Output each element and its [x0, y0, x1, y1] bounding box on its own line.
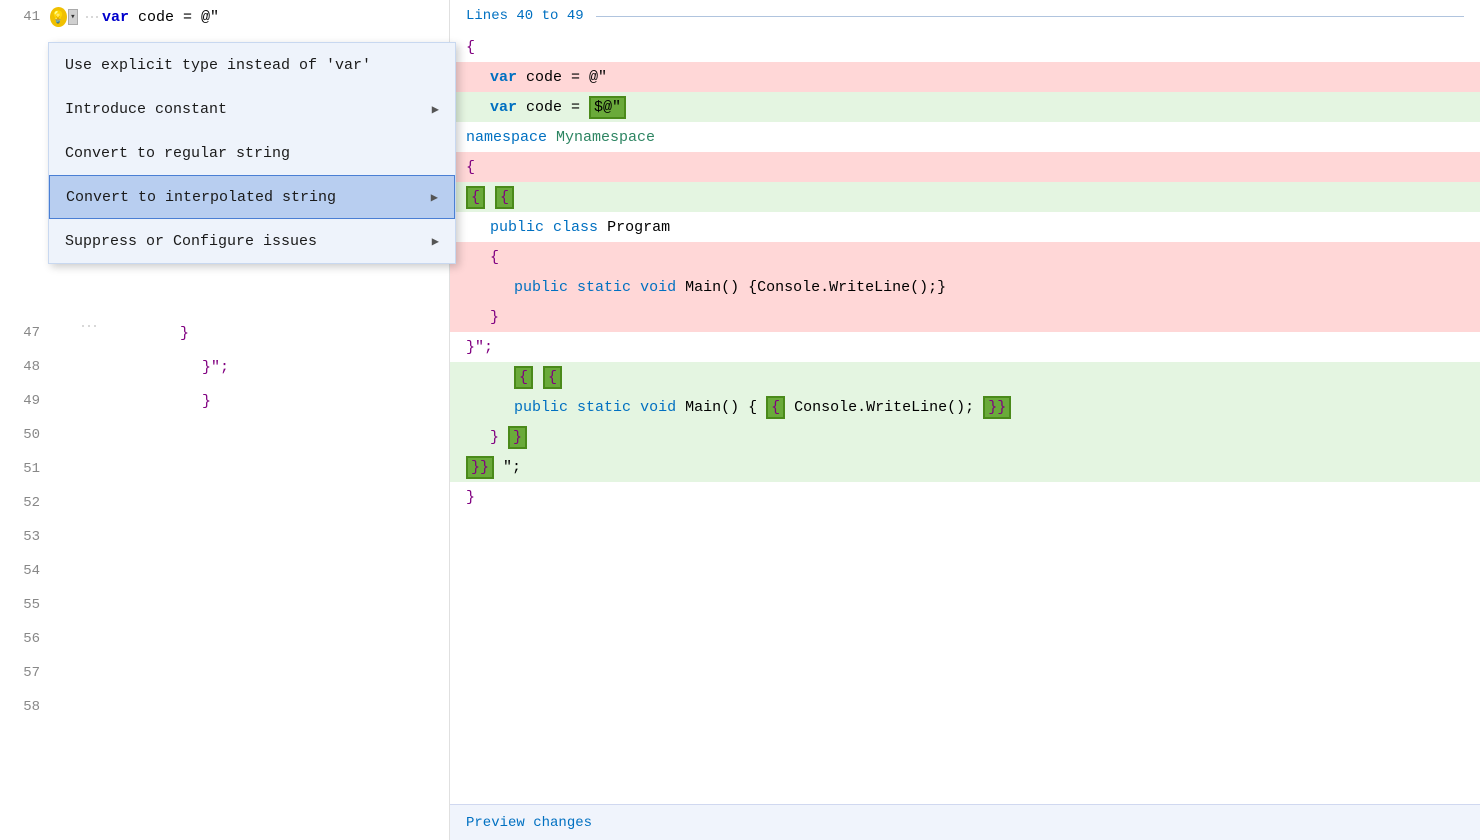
diff-line-namespace: namespace Mynamespace [450, 122, 1480, 152]
diff-content: var code = @" [450, 69, 607, 86]
line-number-48: 48 [0, 359, 50, 375]
diff-line-close-str: }"; [450, 332, 1480, 362]
context-menu: Use explicit type instead of 'var' Intro… [48, 42, 456, 264]
diff-line-red-4: public static void Main() {Console.Write… [450, 272, 1480, 302]
line-code-48: }"; [78, 359, 229, 376]
menu-item-convert-regular-string[interactable]: Convert to regular string [49, 131, 455, 175]
arrow-icon: ▶ [431, 190, 438, 205]
line-row-48: 48 }"; [0, 350, 449, 384]
line-row-56: 56 [0, 622, 449, 656]
line-row-55: 55 [0, 588, 449, 622]
line-number-50: 50 [0, 427, 50, 443]
left-panel: 41 💡 ▾ var code = @" Use explicit type i… [0, 0, 450, 840]
bulb-area[interactable]: 💡 ▾ [50, 7, 78, 27]
line-number-57: 57 [0, 665, 50, 681]
arrow-icon: ▶ [432, 234, 439, 249]
line-code-41: var code = @" [98, 9, 219, 26]
diff-line-class: public class Program [450, 212, 1480, 242]
diff-content: }} "; [450, 459, 521, 476]
diff-line-green-5: } } [450, 422, 1480, 452]
line-number-54: 54 [0, 563, 50, 579]
diff-area: { var code = @" var code = $@" [450, 32, 1480, 804]
diff-line-green-2: { { [450, 182, 1480, 212]
line-number-55: 55 [0, 597, 50, 613]
diff-line-green-6: }} "; [450, 452, 1480, 482]
diff-content: { { [450, 369, 562, 386]
line-code-49: } [78, 393, 211, 410]
diff-content: public static void Main() {Console.Write… [450, 279, 946, 296]
arrow-icon: ▶ [432, 102, 439, 117]
diff-line-red-2: { [450, 152, 1480, 182]
right-panel: Lines 40 to 49 { var code = @" [450, 0, 1480, 840]
diff-content: }"; [450, 339, 493, 356]
diff-content: public static void Main() { { Console.Wr… [450, 399, 1011, 416]
line-number-52: 52 [0, 495, 50, 511]
diff-content: } } [450, 429, 527, 446]
lightbulb-icon[interactable]: 💡 [50, 7, 67, 27]
line-number-49: 49 [0, 393, 50, 409]
line-row-49: 49 } [0, 384, 449, 418]
diff-line-final-brace: } [450, 482, 1480, 512]
line-number-58: 58 [0, 699, 50, 715]
diff-content: public class Program [450, 219, 670, 236]
line-row-51: 51 [0, 452, 449, 486]
line-row-57: 57 [0, 656, 449, 690]
diff-content: } [450, 309, 499, 326]
line-row-41: 41 💡 ▾ var code = @" [0, 0, 449, 34]
line-number-53: 53 [0, 529, 50, 545]
menu-item-convert-interpolated-string[interactable]: Convert to interpolated string ▶ [49, 175, 455, 219]
line-row-50: 50 [0, 418, 449, 452]
diff-content: { [450, 249, 499, 266]
menu-item-use-explicit-type[interactable]: Use explicit type instead of 'var' [49, 43, 455, 87]
diff-line-red-5: } [450, 302, 1480, 332]
diff-line-green-3: { { [450, 362, 1480, 392]
line-row-52: 52 [0, 486, 449, 520]
lines-below-menu: 47 } 48 }"; 49 } [0, 316, 449, 724]
diff-content: { { [450, 189, 514, 206]
diff-line-open-brace: { [450, 32, 1480, 62]
bulb-dropdown-arrow[interactable]: ▾ [68, 9, 78, 25]
line-row-54: 54 [0, 554, 449, 588]
diff-content: namespace Mynamespace [450, 129, 655, 146]
menu-item-introduce-constant[interactable]: Introduce constant ▶ [49, 87, 455, 131]
line-number-51: 51 [0, 461, 50, 477]
diff-line-green-1: var code = $@" [450, 92, 1480, 122]
line-number-47: 47 [0, 325, 50, 341]
line-row-53: 53 [0, 520, 449, 554]
diff-line-green-4: public static void Main() { { Console.Wr… [450, 392, 1480, 422]
line-row-58: 58 [0, 690, 449, 724]
diff-content: } [450, 489, 475, 506]
line-code-47: } [78, 325, 189, 342]
preview-changes-link[interactable]: Preview changes [466, 815, 592, 831]
diff-line-red-1: var code = @" [450, 62, 1480, 92]
line-number-56: 56 [0, 631, 50, 647]
preview-footer: Preview changes [450, 804, 1480, 840]
line-number-41: 41 [0, 9, 50, 25]
editor-container: 41 💡 ▾ var code = @" Use explicit type i… [0, 0, 1480, 840]
menu-item-suppress-configure[interactable]: Suppress or Configure issues ▶ [49, 219, 455, 263]
line-row-47: 47 } [0, 316, 449, 350]
preview-header: Lines 40 to 49 [450, 0, 1480, 32]
diff-line-red-3: { [450, 242, 1480, 272]
diff-content: var code = $@" [450, 99, 626, 116]
